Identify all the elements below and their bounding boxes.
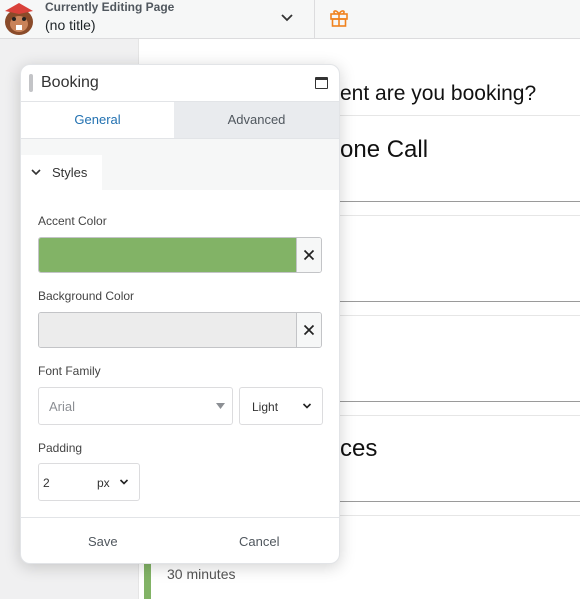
gift-icon[interactable]	[328, 6, 350, 28]
divider	[340, 515, 580, 516]
chevron-down-icon	[119, 479, 129, 485]
divider	[340, 415, 580, 416]
background-color-clear-button[interactable]	[296, 313, 321, 347]
service-title[interactable]: ces	[340, 435, 377, 463]
panel-tabs: General Advanced	[21, 102, 339, 138]
chevron-down-icon	[302, 403, 312, 409]
page-title: (no title)	[45, 17, 96, 33]
save-button[interactable]: Save	[88, 534, 118, 549]
styles-section-header: Styles	[21, 155, 339, 190]
page-kicker: Currently Editing Page	[45, 0, 175, 14]
booking-settings-panel: Booking General Advanced Styles Accent C…	[20, 64, 340, 564]
styles-label: Styles	[52, 165, 88, 180]
tab-general[interactable]: General	[21, 102, 175, 138]
service-duration: 30 minutes	[167, 566, 236, 582]
divider	[340, 501, 580, 502]
page-info: Currently Editing Page (no title)	[45, 0, 174, 36]
padding-value[interactable]: 2	[43, 476, 50, 490]
service-title[interactable]: one Call	[340, 136, 428, 164]
close-icon	[303, 324, 315, 336]
divider	[340, 115, 580, 116]
drag-handle[interactable]	[29, 74, 33, 92]
chevron-down-icon	[31, 169, 41, 176]
accent-color-clear-button[interactable]	[296, 238, 321, 272]
font-weight-select[interactable]: Light	[239, 387, 323, 425]
divider	[340, 301, 580, 302]
accent-color-label: Accent Color	[38, 214, 107, 228]
divider	[340, 315, 580, 316]
accent-color-picker	[38, 237, 322, 273]
divider	[340, 215, 580, 216]
font-family-label: Font Family	[38, 364, 101, 378]
panel-header[interactable]: Booking	[21, 65, 339, 102]
styles-toggle-button[interactable]: Styles	[21, 155, 102, 190]
top-bar: Currently Editing Page (no title)	[0, 0, 580, 39]
selected-service-indicator	[144, 564, 151, 599]
padding-input[interactable]: 2 px	[38, 463, 140, 501]
divider	[340, 401, 580, 402]
tab-advanced[interactable]: Advanced	[174, 102, 339, 138]
caret-down-icon	[216, 403, 225, 409]
chevron-down-icon[interactable]	[277, 7, 297, 27]
divider	[340, 201, 580, 202]
close-icon	[303, 249, 315, 261]
divider	[314, 0, 315, 39]
font-family-value: Arial	[49, 399, 76, 414]
padding-label: Padding	[38, 441, 83, 455]
panel-footer: Save Cancel	[21, 517, 339, 563]
padding-unit-select[interactable]: px	[97, 476, 110, 490]
font-weight-value: Light	[252, 400, 279, 414]
background-color-swatch[interactable]	[39, 313, 296, 347]
cancel-button[interactable]: Cancel	[239, 534, 279, 549]
beaver-logo-icon[interactable]	[0, 0, 38, 36]
font-family-select[interactable]: Arial	[38, 387, 233, 425]
accent-color-swatch[interactable]	[39, 238, 296, 272]
background-color-label: Background Color	[38, 289, 135, 303]
booking-question: ent are you booking?	[340, 82, 537, 105]
maximize-icon[interactable]	[315, 77, 328, 89]
background-color-picker	[38, 312, 322, 348]
section-spacer	[21, 138, 339, 155]
panel-title: Booking	[41, 74, 99, 91]
